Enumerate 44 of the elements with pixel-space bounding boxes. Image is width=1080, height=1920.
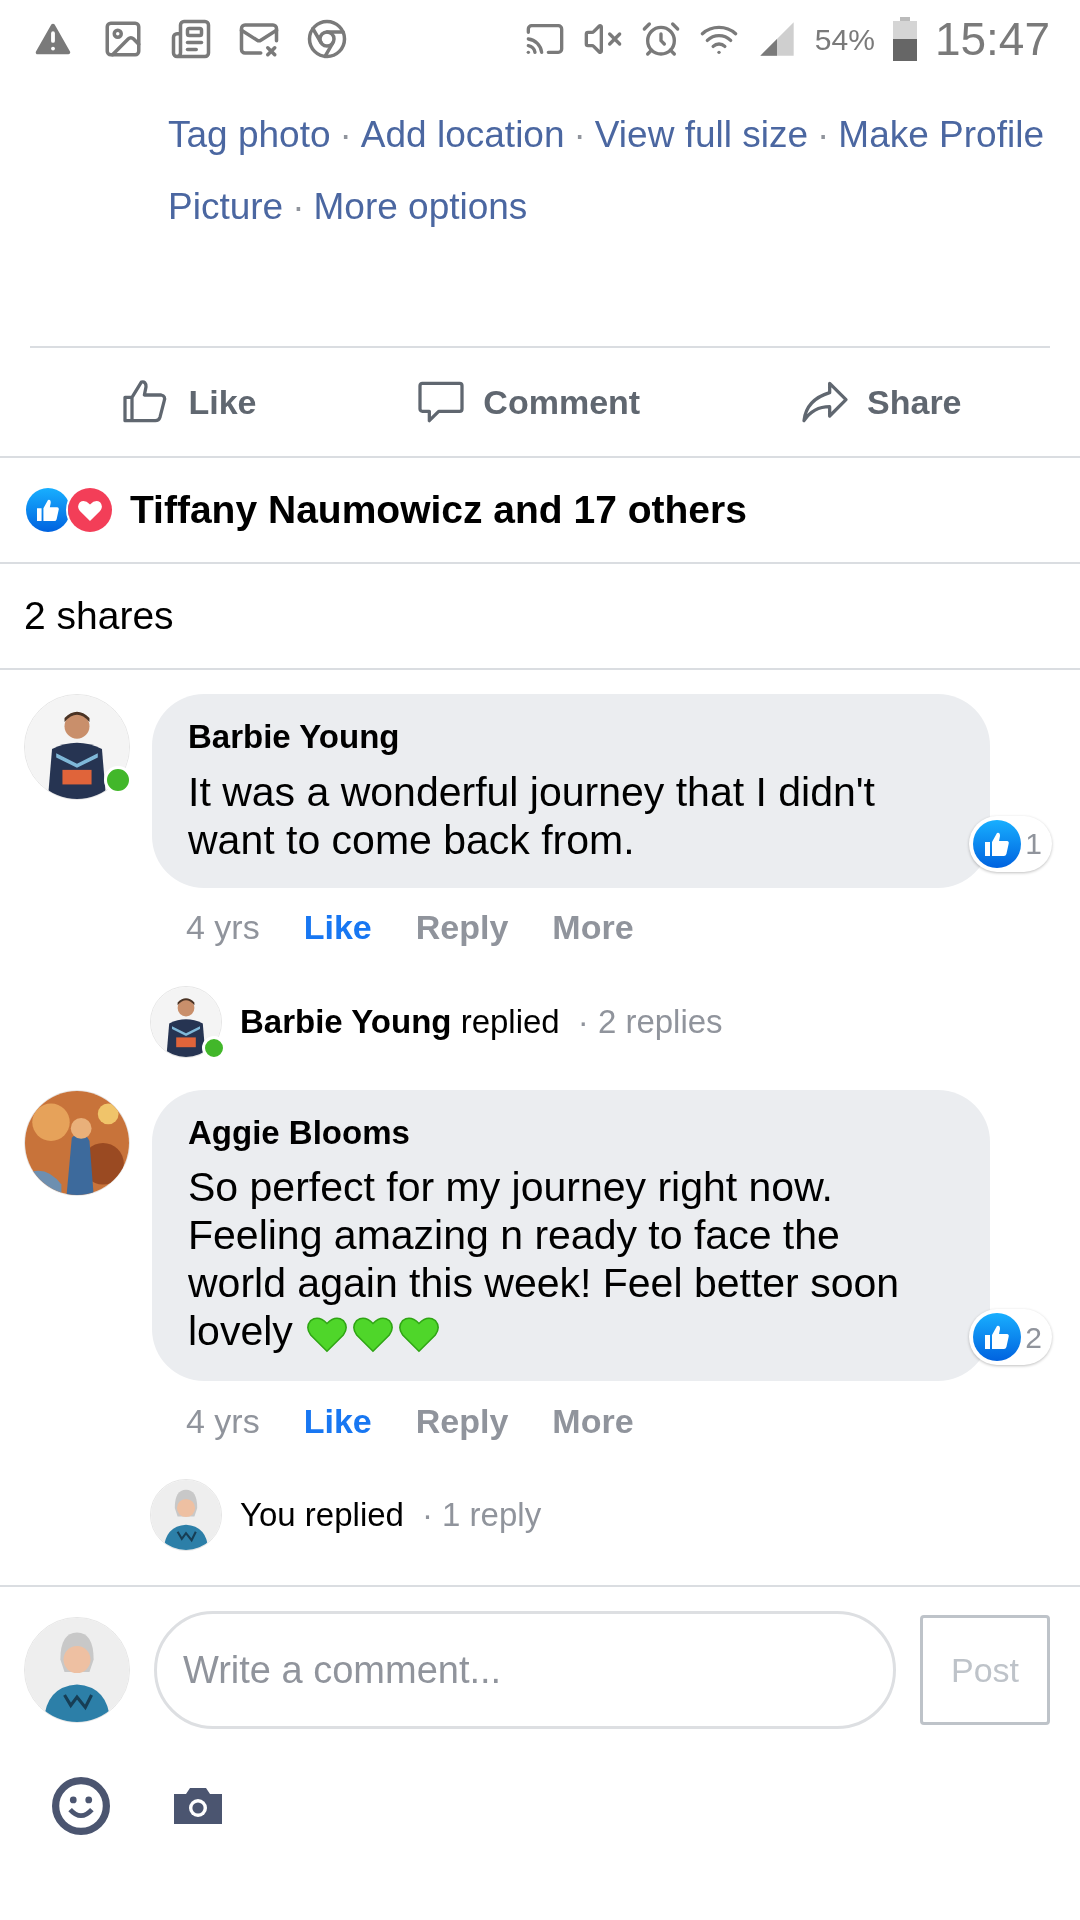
separator-dot: · [339, 114, 352, 156]
comment-action[interactable]: Like [303, 902, 372, 953]
photo-link[interactable]: More options [313, 186, 528, 228]
photo-link[interactable]: View full size [594, 114, 809, 156]
comment-text: So perfect for my journey right now. Feeling amazing n ready to face the world again this week! Feel better soon lovely [188, 1163, 928, 1358]
photo-link[interactable]: Picture [168, 186, 284, 228]
browser-icon [306, 18, 348, 60]
comment-text: It was a wonderful journey that I didn't want to come back from. [188, 767, 876, 864]
reaction-count-badge[interactable]: 1 [969, 815, 1052, 872]
separator-dot: · [292, 186, 305, 228]
comment-action[interactable]: More [552, 902, 634, 953]
comment-author[interactable]: Aggie Blooms [188, 1107, 954, 1157]
clock-time: 15:47 [934, 11, 1050, 67]
thumbs-up-icon [973, 819, 1022, 868]
comment-action[interactable]: More [552, 1395, 634, 1447]
photo-link[interactable]: Make Profile [838, 114, 1044, 156]
photo-link[interactable]: Tag photo [168, 114, 331, 156]
battery-percent: 54% [814, 21, 875, 58]
alarm-icon [640, 19, 681, 59]
thumbs-up-icon [973, 1313, 1022, 1362]
comment-action[interactable]: Reply [415, 902, 509, 953]
replies-summary[interactable]: You replied [240, 1490, 404, 1540]
share-action-button[interactable]: Share [797, 374, 962, 430]
camera-icon[interactable] [172, 1786, 224, 1827]
battery-icon [892, 17, 917, 61]
comment-action[interactable]: Reply [415, 1395, 509, 1447]
replies-summary[interactable]: Barbie Young replied [240, 996, 560, 1047]
newspaper-icon [170, 18, 212, 60]
smiley-icon[interactable] [52, 1777, 110, 1836]
photo-link[interactable]: Add location [360, 114, 565, 156]
comment-action-button[interactable]: Comment [413, 374, 641, 430]
replies-count[interactable]: · 2 replies [577, 996, 723, 1047]
shares-count[interactable]: 2 shares [24, 586, 174, 646]
comment-input[interactable]: Write a comment... [154, 1611, 896, 1730]
reactions-summary[interactable]: Tiffany Naumowicz and 17 others [130, 480, 747, 540]
reaction-count-badge[interactable]: 2 [969, 1309, 1052, 1366]
comment-time: 4 yrs [186, 907, 260, 948]
separator-dot: · [817, 114, 830, 156]
comment-action[interactable]: Like [303, 1395, 372, 1447]
replies-count[interactable]: · 1 reply [421, 1490, 542, 1540]
comment-author[interactable]: Barbie Young [188, 712, 954, 762]
separator-dot: · [573, 114, 586, 156]
like-action-button[interactable]: Like [118, 374, 257, 430]
comment-time: 4 yrs [186, 1400, 260, 1442]
